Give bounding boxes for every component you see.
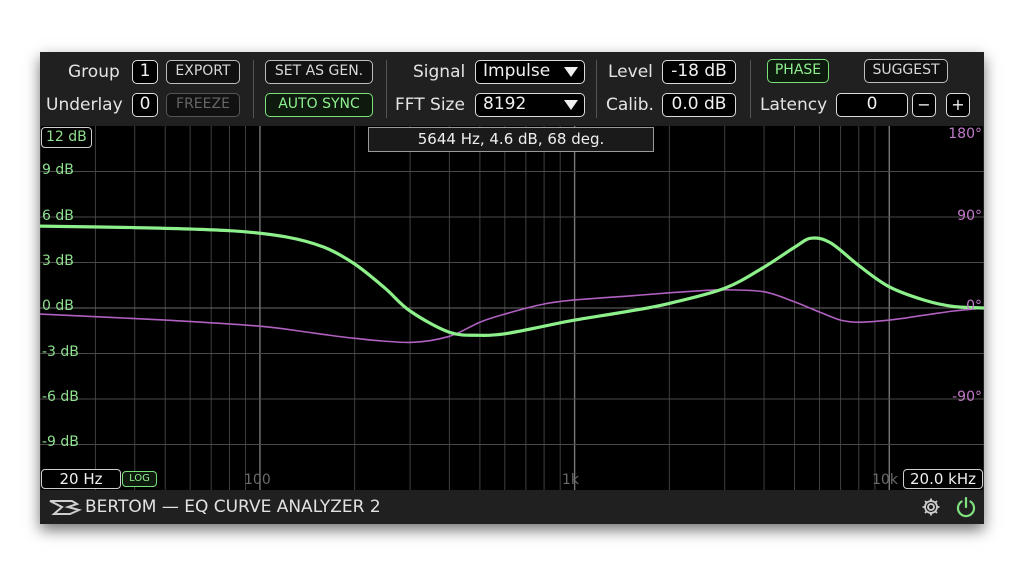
bertom-logo-icon: [49, 500, 82, 515]
latency-field[interactable]: 0: [836, 93, 908, 117]
db-label: -9 dB: [42, 434, 79, 450]
group-label: Group: [68, 62, 120, 82]
max-freq-value: 20.0 kHz: [909, 470, 976, 488]
power-icon[interactable]: [955, 496, 977, 518]
underlay-field[interactable]: 0: [132, 93, 158, 117]
plugin-window: Group 1 EXPORT Underlay 0 FREEZE SET AS …: [40, 52, 984, 524]
latency-label: Latency: [760, 95, 828, 115]
group-field[interactable]: 1: [132, 60, 158, 84]
chevron-down-icon: [564, 67, 578, 77]
phase-curve: [40, 288, 984, 344]
fft-size-label: FFT Size: [395, 95, 465, 115]
freq-label: 100: [244, 472, 271, 488]
cursor-readout-text: 5644 Hz, 4.6 dB, 68 deg.: [417, 130, 605, 148]
set-as-gen-button[interactable]: SET AS GEN.: [265, 60, 373, 84]
signal-value: Impulse: [483, 61, 551, 81]
log-toggle[interactable]: LOG: [122, 471, 157, 487]
footer-title: BERTOM — EQ CURVE ANALYZER 2: [85, 497, 381, 517]
chevron-down-icon: [564, 100, 578, 110]
phase-label: 0°: [966, 298, 982, 314]
db-label: 0 dB: [42, 298, 74, 314]
db-label: -6 dB: [42, 389, 79, 405]
export-button[interactable]: EXPORT: [166, 60, 240, 84]
max-freq-field[interactable]: 20.0 kHz: [903, 469, 983, 489]
magnitude-curve: [40, 224, 984, 338]
freq-label: 10k: [872, 472, 898, 488]
freeze-button[interactable]: FREEZE: [166, 93, 240, 117]
calib-field[interactable]: 0.0 dB: [662, 93, 736, 117]
level-field[interactable]: -18 dB: [662, 60, 736, 84]
cursor-readout: 5644 Hz, 4.6 dB, 68 deg.: [368, 127, 654, 152]
eq-graph[interactable]: 12 dB 5644 Hz, 4.6 dB, 68 deg. 9 dB 6 dB…: [40, 126, 984, 490]
gear-icon[interactable]: [921, 497, 941, 517]
latency-decrement-button[interactable]: −: [912, 93, 936, 117]
log-label: LOG: [129, 473, 150, 484]
phase-label: -90°: [952, 389, 982, 405]
suggest-button[interactable]: SUGGEST: [864, 59, 948, 83]
signal-label: Signal: [413, 62, 466, 82]
phase-button[interactable]: PHASE: [767, 59, 829, 83]
separator: [750, 60, 751, 118]
db-label: 9 dB: [42, 162, 74, 178]
db-label: 3 dB: [42, 253, 74, 269]
db-label: -3 dB: [42, 344, 79, 360]
signal-dropdown[interactable]: Impulse: [475, 60, 585, 84]
db-label: 6 dB: [42, 208, 74, 224]
freq-label: 1k: [562, 472, 580, 488]
calib-label: Calib.: [606, 95, 654, 115]
fft-size-dropdown[interactable]: 8192: [475, 93, 585, 117]
underlay-label: Underlay: [46, 95, 123, 115]
level-gridlines: [40, 171, 984, 445]
phase-label: 180°: [948, 126, 982, 142]
latency-increment-button[interactable]: +: [946, 93, 970, 117]
separator: [253, 60, 254, 118]
separator: [596, 60, 597, 118]
min-freq-field[interactable]: 20 Hz: [41, 469, 121, 489]
min-freq-value: 20 Hz: [59, 470, 103, 488]
db-range-button[interactable]: 12 dB: [41, 127, 92, 148]
phase-label: 90°: [957, 208, 982, 224]
eq-graph-canvas[interactable]: [40, 126, 984, 490]
footer-bar: BERTOM — EQ CURVE ANALYZER 2: [40, 490, 984, 524]
fft-size-value: 8192: [483, 94, 527, 114]
db-range-label: 12 dB: [46, 129, 87, 145]
control-bar: Group 1 EXPORT Underlay 0 FREEZE SET AS …: [40, 52, 984, 126]
auto-sync-button[interactable]: AUTO SYNC: [265, 93, 373, 117]
separator: [386, 60, 387, 118]
level-label: Level: [608, 62, 653, 82]
